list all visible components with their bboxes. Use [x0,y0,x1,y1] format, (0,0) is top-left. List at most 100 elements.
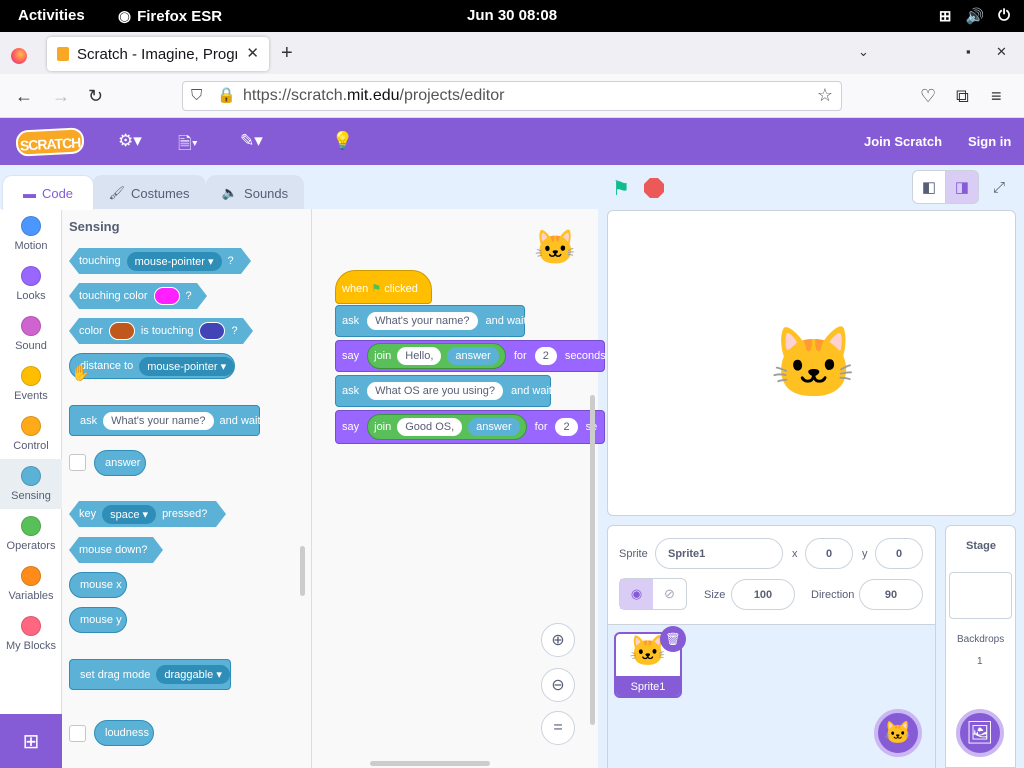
key-pressed-block[interactable]: key space ▾ pressed? [69,501,226,527]
visibility-toggle[interactable]: ◉ ⊘ [619,578,687,610]
color-swatch[interactable] [109,322,135,340]
ask-and-wait-block[interactable]: ask What's your name? and wait [335,305,527,337]
ask-input[interactable]: What's your name? [367,312,478,330]
seconds-input[interactable]: 2 [534,347,557,365]
y-input[interactable]: 0 [875,538,923,569]
drag-mode-dropdown[interactable]: draggable ▾ [156,665,230,684]
ask-and-wait-block[interactable]: ask What's your name? and wait [69,405,261,436]
hide-eye-icon[interactable]: ⊘ [653,579,686,609]
backdrop-thumbnail[interactable] [949,572,1012,619]
debug-lightbulb-icon[interactable]: 💡 [332,131,353,151]
extensions-icon[interactable]: ⧉ [956,86,969,107]
activities-button[interactable]: Activities [18,7,85,24]
say-for-seconds-block[interactable]: say join Hello, answer for 2 seconds [335,340,606,372]
touching-dropdown[interactable]: mouse-pointer ▾ [127,252,222,271]
x-input[interactable]: 0 [805,538,853,569]
distance-dropdown[interactable]: mouse-pointer ▾ [139,356,235,376]
join-input[interactable]: Good OS, [397,418,463,436]
pocket-icon[interactable]: ♡ [920,86,936,107]
add-extension-button[interactable]: ⊞ [0,714,62,768]
large-stage-button[interactable]: ◨ [945,170,979,204]
forward-icon[interactable]: → [52,86,70,107]
url-bar[interactable]: ⛉ 🔒 https://scratch. mit.edu/projects/edi… [182,81,842,111]
delete-sprite-button[interactable]: 🗑 [660,626,686,652]
ask-and-wait-block[interactable]: ask What OS are you using? and wait [335,375,552,407]
small-stage-button[interactable]: ◧ [912,170,946,204]
zoom-out-button[interactable]: ⊖ [541,668,575,702]
join-input[interactable]: Hello, [397,347,442,365]
green-flag-button[interactable]: ⚑ [612,176,630,201]
mouse-x-reporter[interactable]: mouse x [69,572,127,598]
distance-to-block[interactable]: distance to mouse-pointer ▾ [69,353,235,379]
clock[interactable]: Jun 30 08:08 [467,7,557,24]
loudness-checkbox[interactable] [69,725,86,742]
category-sensing[interactable]: Sensing [0,459,62,509]
fullscreen-button[interactable]: ⤢ [982,170,1016,204]
key-dropdown[interactable]: space ▾ [102,505,156,524]
color-swatch[interactable] [154,287,180,305]
category-motion[interactable]: Motion [0,209,62,259]
category-my-blocks[interactable]: My Blocks [0,609,62,659]
category-events[interactable]: Events [0,359,62,409]
color-swatch[interactable] [199,322,225,340]
seconds-input[interactable]: 2 [555,418,578,436]
sign-in-link[interactable]: Sign in [968,134,1011,149]
category-control[interactable]: Control [0,409,62,459]
settings-gear-icon[interactable]: ⚙▾ [118,131,142,151]
browser-tab[interactable]: Scratch - Imagine, Program, Share ✕ [47,37,269,71]
when-flag-clicked-block[interactable]: when ⚑ clicked [335,270,432,304]
join-operator[interactable]: join Good OS, answer [367,414,527,440]
ask-input[interactable]: What OS are you using? [367,382,503,400]
color-touching-color-block[interactable]: color is touching ? [69,318,253,344]
choose-backdrop-button[interactable]: 🖼 [956,709,1004,757]
file-menu-icon[interactable]: 🗎▾ [178,131,198,160]
close-tab-icon[interactable]: ✕ [246,44,259,62]
tab-code[interactable]: ▬ Code [2,175,94,210]
join-scratch-link[interactable]: Join Scratch [864,134,942,149]
tab-sounds[interactable]: 🔈 Sounds [206,175,304,210]
hamburger-menu-icon[interactable]: ≡ [991,86,1002,107]
category-variables[interactable]: Variables [0,559,62,609]
palette-scrollbar[interactable] [300,546,305,596]
scripts-v-scrollbar[interactable] [590,395,595,725]
list-tabs-icon[interactable]: ⌄ [858,44,869,60]
mouse-y-reporter[interactable]: mouse y [69,607,127,633]
category-sound[interactable]: Sound [0,309,62,359]
loudness-reporter[interactable]: loudness [94,720,154,746]
shield-icon[interactable]: ⛉ [191,87,202,104]
zoom-in-button[interactable]: ⊕ [541,623,575,657]
show-eye-icon[interactable]: ◉ [620,579,653,609]
ask-input[interactable]: What's your name? [103,411,214,430]
back-icon[interactable]: ← [15,86,33,107]
category-looks[interactable]: Looks [0,259,62,309]
direction-input[interactable]: 90 [859,579,923,610]
answer-reporter[interactable]: answer [94,450,146,476]
system-tray[interactable]: ⊞ 🔊 ⏻ [939,7,1010,25]
scratch-logo[interactable]: SCRATCH [15,127,85,157]
new-tab-icon[interactable]: + [281,42,293,65]
touching-block[interactable]: touching mouse-pointer ▾ ? [69,248,251,274]
app-menu[interactable]: ◉ Firefox ESR [118,7,222,26]
edit-menu-icon[interactable]: ✎▾ [240,131,263,151]
stop-button[interactable] [644,178,664,198]
touching-color-block[interactable]: touching color ? [69,283,207,309]
category-operators[interactable]: Operators [0,509,62,559]
close-window-icon[interactable]: ✕ [996,44,1007,60]
say-for-seconds-block[interactable]: say join Good OS, answer for 2 se [335,410,605,444]
answer-reporter[interactable]: answer [468,418,520,436]
maximize-icon[interactable]: ▪ [966,44,971,59]
tab-costumes[interactable]: 🖌 Costumes [92,175,206,210]
lock-icon[interactable]: 🔒 [217,86,236,104]
zoom-reset-button[interactable]: = [541,711,575,745]
mouse-down-block[interactable]: mouse down? [69,537,163,563]
answer-checkbox[interactable] [69,454,86,471]
choose-sprite-button[interactable]: 🐱 [874,709,922,757]
bookmark-star-icon[interactable]: ☆ [817,85,833,106]
sprite-name-input[interactable]: Sprite1 [655,538,783,569]
sprite-cat-icon[interactable]: 🐱 [770,318,857,408]
join-operator[interactable]: join Hello, answer [367,343,506,369]
reload-icon[interactable]: ↻ [88,86,103,107]
set-drag-mode-block[interactable]: set drag mode draggable ▾ [69,659,231,690]
firefox-view-icon[interactable] [11,48,27,64]
answer-reporter[interactable]: answer [447,347,499,365]
